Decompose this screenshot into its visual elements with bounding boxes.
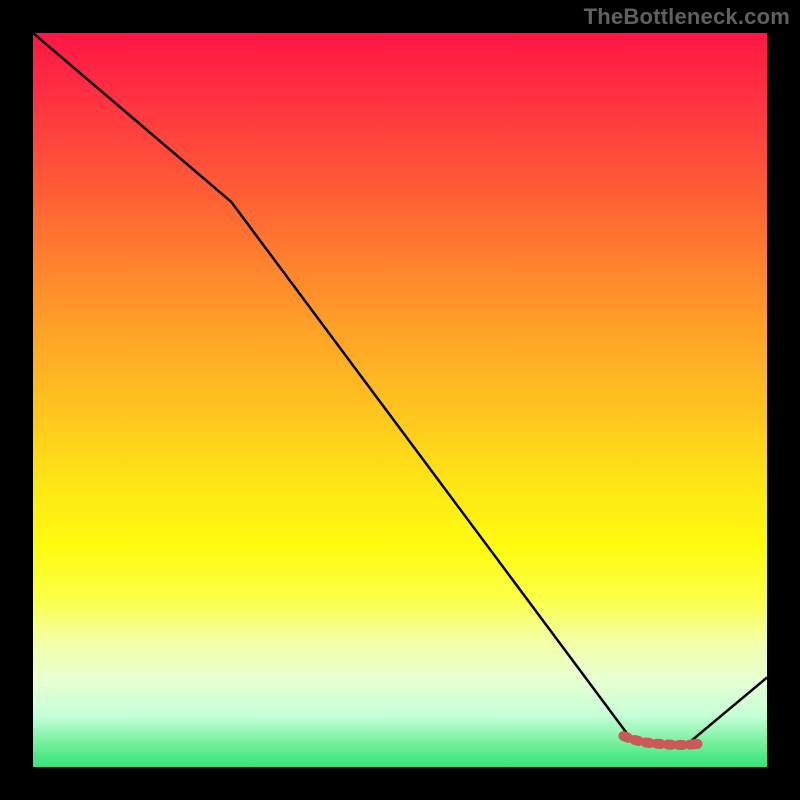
bottom-marker-dash — [623, 736, 628, 738]
watermark-text: TheBottleneck.com — [584, 4, 790, 30]
chart-overlay — [33, 33, 767, 767]
bottom-marker-series — [623, 736, 697, 745]
bottom-marker-dash — [690, 744, 698, 745]
bottom-marker-dash — [646, 743, 650, 744]
bottom-marker-dash — [635, 740, 639, 741]
chart-container: TheBottleneck.com — [0, 0, 800, 800]
main-curve — [33, 33, 767, 745]
